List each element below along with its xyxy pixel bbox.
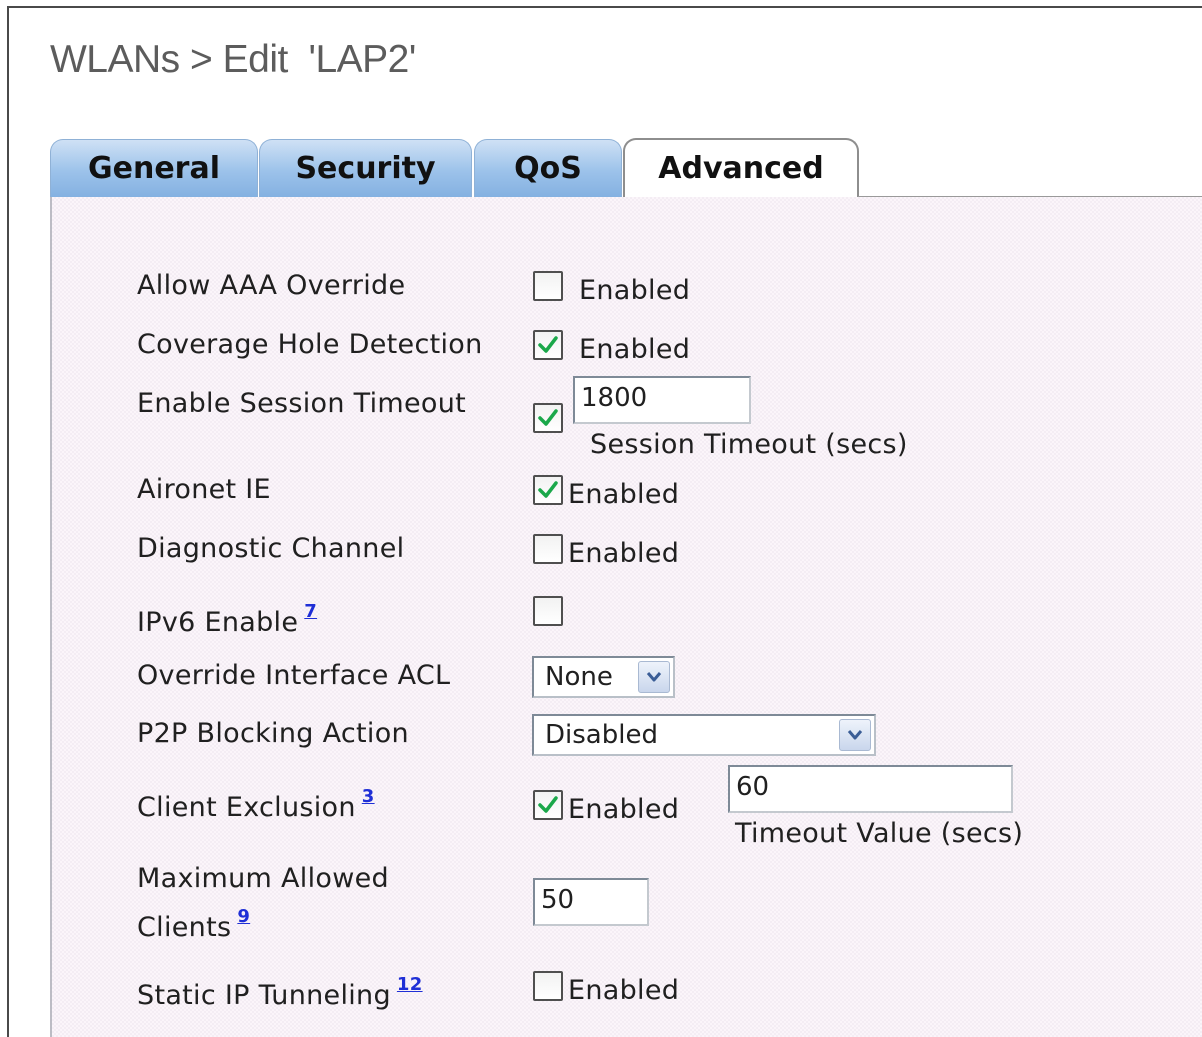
ipv6-enable-label: IPv6 Enable 7 (137, 601, 317, 638)
session-timeout-input[interactable]: 1800 (573, 376, 751, 424)
tab-general[interactable]: General (50, 139, 258, 197)
client-exclusion-timeout-caption: Timeout Value (secs) (735, 818, 1024, 849)
ipv6-enable-checkbox[interactable] (533, 596, 563, 626)
tab-advanced[interactable]: Advanced (623, 138, 859, 198)
coverage-hole-detection-option: Enabled (579, 334, 691, 365)
client-exclusion-timeout-input[interactable]: 60 (728, 765, 1013, 813)
client-exclusion-label: Client Exclusion 3 (137, 786, 375, 823)
check-icon (538, 336, 558, 353)
diagnostic-channel-checkbox[interactable] (533, 534, 563, 564)
client-exclusion-footnote-link[interactable]: 3 (362, 786, 375, 807)
p2p-blocking-action-dropdown-button[interactable] (839, 719, 871, 751)
aironet-ie-option: Enabled (568, 479, 680, 510)
page-title: WLANs > Edit 'LAP2' (50, 38, 416, 81)
override-interface-acl-label: Override Interface ACL (137, 660, 451, 691)
static-ip-tunneling-checkbox[interactable] (533, 971, 563, 1001)
check-icon (538, 796, 558, 813)
static-ip-tunneling-footnote-link[interactable]: 12 (397, 974, 423, 995)
coverage-hole-detection-checkbox[interactable] (533, 330, 563, 360)
override-interface-acl-select[interactable]: None (532, 656, 675, 698)
client-exclusion-label-text: Client Exclusion (137, 792, 356, 823)
override-interface-acl-dropdown-button[interactable] (638, 661, 670, 693)
override-interface-acl-value: None (545, 662, 613, 692)
client-exclusion-option: Enabled (568, 794, 680, 825)
max-allowed-clients-footnote-link[interactable]: 9 (237, 906, 250, 927)
check-icon (538, 409, 558, 426)
tab-security[interactable]: Security (259, 139, 472, 197)
diagnostic-channel-option: Enabled (568, 538, 680, 569)
ipv6-enable-label-text: IPv6 Enable (137, 607, 299, 638)
static-ip-tunneling-label: Static IP Tunneling 12 (137, 974, 423, 1011)
session-timeout-caption: Session Timeout (secs) (590, 429, 908, 460)
p2p-blocking-action-label: P2P Blocking Action (137, 718, 409, 749)
max-allowed-clients-label-line2: Clients 9 (137, 906, 250, 943)
p2p-blocking-action-value: Disabled (545, 720, 658, 750)
ipv6-footnote-link[interactable]: 7 (304, 601, 317, 622)
p2p-blocking-action-select[interactable]: Disabled (532, 714, 876, 756)
static-ip-tunneling-label-text: Static IP Tunneling (137, 980, 391, 1011)
max-allowed-clients-label-line1: Maximum Allowed (137, 863, 389, 894)
aironet-ie-checkbox[interactable] (533, 475, 563, 505)
diagnostic-channel-label: Diagnostic Channel (137, 533, 405, 564)
max-allowed-clients-input[interactable]: 50 (533, 878, 649, 926)
static-ip-tunneling-option: Enabled (568, 975, 680, 1006)
client-exclusion-checkbox[interactable] (533, 790, 563, 820)
allow-aaa-override-label: Allow AAA Override (137, 270, 406, 301)
allow-aaa-override-option: Enabled (579, 275, 691, 306)
chevron-down-icon (646, 672, 662, 682)
allow-aaa-override-checkbox[interactable] (533, 271, 563, 301)
check-icon (538, 481, 558, 498)
chevron-down-icon (847, 730, 863, 740)
enable-session-timeout-label: Enable Session Timeout (137, 388, 467, 419)
enable-session-timeout-checkbox[interactable] (533, 403, 563, 433)
coverage-hole-detection-label: Coverage Hole Detection (137, 329, 483, 360)
tab-qos[interactable]: QoS (474, 139, 622, 197)
aironet-ie-label: Aironet IE (137, 474, 271, 505)
max-allowed-clients-label-text: Clients (137, 912, 232, 943)
